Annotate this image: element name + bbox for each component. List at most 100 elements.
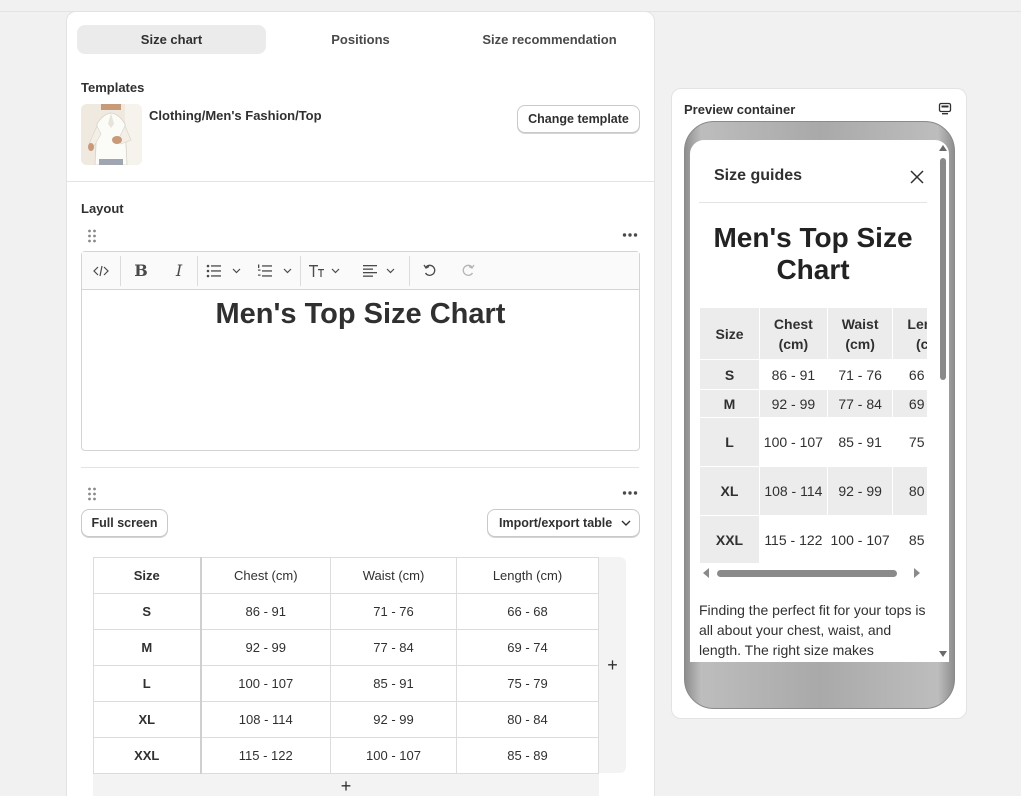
- table-cell[interactable]: 100 - 107: [200, 665, 331, 702]
- table-row: XL 108 - 114 92 - 99 80 - 84: [93, 701, 599, 738]
- numbered-list-icon[interactable]: [250, 252, 300, 290]
- table-cell[interactable]: 115 - 122: [200, 737, 331, 774]
- table-cell: 71 - 76: [826, 359, 894, 390]
- table-cell: 92 - 99: [826, 466, 894, 516]
- tab-size-chart[interactable]: Size chart: [77, 25, 266, 54]
- phone-screen: Size guides Men's Top Size Chart Size Ch…: [690, 140, 949, 662]
- table-cell[interactable]: 92 - 99: [330, 701, 457, 738]
- table-cell[interactable]: 100 - 107: [330, 737, 457, 774]
- table-header-cell: Size: [699, 307, 760, 360]
- scrollbar-thumb[interactable]: [940, 158, 946, 380]
- scrollbar-thumb[interactable]: [717, 570, 897, 577]
- table-row: L 100 - 107 85 - 91 75 - 79: [699, 417, 927, 467]
- table-header-row: Size Chest (cm) Waist (cm) Length (cm): [699, 307, 927, 360]
- table-cell[interactable]: 85 - 91: [330, 665, 457, 702]
- more-options-icon[interactable]: [622, 232, 638, 238]
- table-cell[interactable]: L: [93, 665, 202, 702]
- more-options-icon[interactable]: [622, 490, 638, 496]
- table-cell[interactable]: 77 - 84: [330, 629, 457, 666]
- table-cell[interactable]: M: [93, 629, 202, 666]
- text-size-icon[interactable]: [301, 252, 353, 290]
- table-cell: 66 - 68: [892, 359, 927, 390]
- template-thumbnail: [81, 104, 142, 165]
- table-row: XL 108 - 114 92 - 99 80 - 84: [699, 466, 927, 516]
- table-header-cell[interactable]: Waist (cm): [330, 557, 457, 594]
- chevron-down-icon: [621, 520, 631, 526]
- table-row: L 100 - 107 85 - 91 75 - 79: [93, 665, 599, 702]
- tab-bar: Size chart Positions Size recommendation: [77, 25, 644, 54]
- drag-handle-icon[interactable]: [87, 229, 97, 243]
- horizontal-scrollbar[interactable]: [699, 567, 927, 579]
- full-screen-button[interactable]: Full screen: [81, 509, 168, 537]
- text-align-icon[interactable]: [353, 252, 409, 290]
- import-export-label: Import/export table: [499, 516, 613, 530]
- header-divider: [699, 202, 927, 203]
- table-cell: 80 - 84: [892, 466, 927, 516]
- table-cell: 108 - 114: [759, 466, 828, 516]
- table-cell: 115 - 122: [759, 515, 828, 563]
- table-cell: 100 - 107: [826, 515, 894, 563]
- table-cell: M: [699, 389, 760, 418]
- shirt-model-image: [81, 104, 142, 165]
- scroll-down-icon[interactable]: [939, 650, 947, 658]
- table-cell[interactable]: 92 - 99: [200, 629, 331, 666]
- rich-text-editor: B I Men's Top Size Chart: [81, 251, 640, 451]
- add-row-button[interactable]: +: [93, 774, 599, 796]
- vertical-scrollbar[interactable]: [939, 144, 947, 660]
- table-cell[interactable]: 69 - 74: [456, 629, 599, 666]
- templates-label: Templates: [81, 80, 145, 95]
- table-cell[interactable]: 66 - 68: [456, 593, 599, 630]
- table-row: M 92 - 99 77 - 84 69 - 74: [699, 389, 927, 418]
- table-cell[interactable]: 80 - 84: [456, 701, 599, 738]
- preview-title: Preview container: [684, 102, 796, 117]
- table-cell[interactable]: S: [93, 593, 202, 630]
- table-cell: 75 - 79: [892, 417, 927, 467]
- table-row: S 86 - 91 71 - 76 66 - 68: [93, 593, 599, 630]
- tab-size-recommendation[interactable]: Size recommendation: [455, 25, 644, 54]
- table-cell[interactable]: XL: [93, 701, 202, 738]
- table-cell[interactable]: 86 - 91: [200, 593, 331, 630]
- undo-icon[interactable]: [410, 252, 450, 290]
- preview-heading: Men's Top Size Chart: [713, 222, 913, 285]
- close-icon[interactable]: [909, 169, 925, 185]
- desktop-device-icon[interactable]: [938, 102, 952, 116]
- bullet-list-icon[interactable]: [198, 252, 250, 290]
- table-row: S 86 - 91 71 - 76 66 - 68: [699, 359, 927, 390]
- editor-heading[interactable]: Men's Top Size Chart: [82, 290, 639, 331]
- preview-panel: Preview container Size guides Men's Top …: [671, 88, 967, 719]
- table-cell: 86 - 91: [759, 359, 828, 390]
- code-view-icon[interactable]: [82, 252, 120, 290]
- italic-icon[interactable]: I: [161, 252, 197, 290]
- table-cell[interactable]: 85 - 89: [456, 737, 599, 774]
- table-header-cell[interactable]: Size: [93, 557, 202, 594]
- redo-icon[interactable]: [450, 252, 486, 290]
- preview-description: Finding the perfect fit for your tops is…: [699, 602, 926, 658]
- table-cell[interactable]: 71 - 76: [330, 593, 457, 630]
- table-cell: 100 - 107: [759, 417, 828, 467]
- tab-positions[interactable]: Positions: [266, 25, 455, 54]
- table-cell[interactable]: 75 - 79: [456, 665, 599, 702]
- table-row: XXL 115 - 122 100 - 107 85 - 89: [93, 737, 599, 774]
- scroll-left-icon[interactable]: [702, 568, 710, 578]
- table-cell[interactable]: 108 - 114: [200, 701, 331, 738]
- scroll-right-icon[interactable]: [913, 568, 921, 578]
- drag-handle-icon[interactable]: [87, 487, 97, 501]
- section-divider: [67, 181, 654, 182]
- bold-icon[interactable]: B: [121, 252, 161, 290]
- table-header-cell[interactable]: Chest (cm): [200, 557, 331, 594]
- scroll-up-icon[interactable]: [939, 144, 947, 152]
- table-cell[interactable]: XXL: [93, 737, 202, 774]
- table-header-cell: Waist (cm): [826, 307, 894, 360]
- table-header-cell: Length (cm): [892, 307, 927, 360]
- table-cell: 92 - 99: [759, 389, 828, 418]
- add-column-button[interactable]: +: [599, 557, 626, 773]
- import-export-button[interactable]: Import/export table: [487, 509, 640, 537]
- table-row: XXL 115 - 122 100 - 107 85 - 89: [699, 515, 927, 563]
- preview-table-scroll[interactable]: Size Chest (cm) Waist (cm) Length (cm) S…: [699, 307, 927, 563]
- table-header-cell[interactable]: Length (cm): [456, 557, 599, 594]
- change-template-button[interactable]: Change template: [517, 105, 640, 133]
- table-cell: XXL: [699, 515, 760, 563]
- phone-frame: Size guides Men's Top Size Chart Size Ch…: [684, 121, 955, 709]
- preview-table: Size Chest (cm) Waist (cm) Length (cm) S…: [699, 307, 927, 563]
- size-guide-title: Size guides: [714, 167, 803, 184]
